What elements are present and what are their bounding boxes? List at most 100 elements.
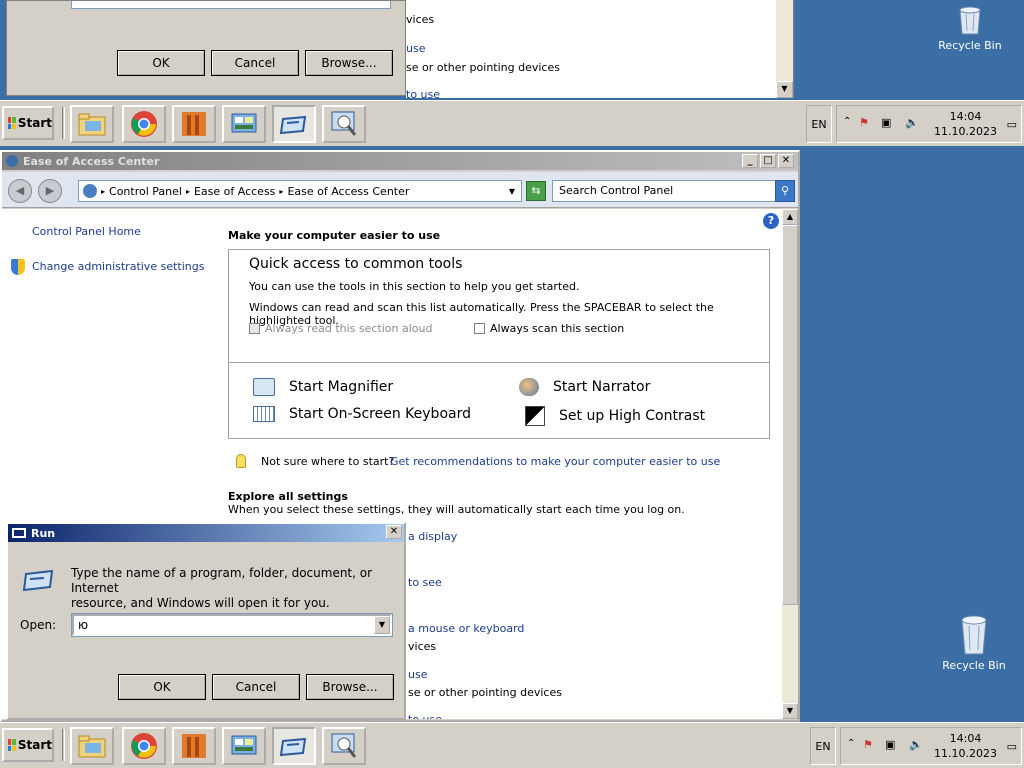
top-browse-button[interactable]: Browse... bbox=[305, 50, 393, 76]
run-taskbar-button[interactable] bbox=[272, 727, 316, 765]
partial-text: vices bbox=[408, 640, 437, 653]
magnifier-taskbar-button[interactable] bbox=[322, 727, 366, 765]
office-icon bbox=[182, 734, 206, 758]
scan-checkbox[interactable]: Always scan this section bbox=[474, 322, 624, 335]
back-button[interactable]: ◀ bbox=[8, 179, 32, 203]
breadcrumb-item[interactable]: Ease of Access Center bbox=[287, 185, 409, 198]
run-dialog: Run ✕ Type the name of a program, folder… bbox=[6, 522, 406, 720]
volume-icon[interactable]: 🔈 bbox=[909, 738, 923, 751]
office-taskbar-button[interactable] bbox=[172, 727, 216, 765]
run-icon bbox=[12, 528, 26, 538]
quick-line1: You can use the tools in this section to… bbox=[249, 280, 580, 293]
top-run-fragment: OK Cancel Browse... bbox=[6, 0, 406, 96]
partial-link[interactable]: use bbox=[408, 668, 427, 681]
run-taskbar-button[interactable] bbox=[272, 105, 316, 143]
start-narrator-item[interactable]: Start Narrator bbox=[519, 378, 650, 396]
scroll-down-button[interactable]: ▼ bbox=[782, 703, 798, 719]
volume-icon[interactable]: 🔈 bbox=[905, 116, 919, 129]
recycle-bin-icon bbox=[959, 6, 981, 35]
ease-title-bar[interactable]: Ease of Access Center _ □ ✕ bbox=[2, 152, 798, 170]
read-aloud-checkbox[interactable]: Always read this section aloud bbox=[249, 322, 433, 335]
recommendations-link[interactable]: Get recommendations to make your compute… bbox=[390, 455, 720, 468]
forward-button[interactable]: ▶ bbox=[38, 179, 62, 203]
address-bar[interactable]: ▸ Control Panel ▸ Ease of Access ▸ Ease of … bbox=[78, 180, 522, 202]
control-panel-taskbar-button[interactable] bbox=[222, 727, 266, 765]
office-taskbar-button[interactable] bbox=[172, 105, 216, 143]
show-desktop-icon[interactable]: ▭ bbox=[1007, 740, 1017, 753]
maximize-button[interactable]: □ bbox=[760, 154, 776, 168]
recycle-bin-icon-top[interactable]: Recycle Bin bbox=[930, 4, 1010, 52]
start-magnifier-item[interactable]: Start Magnifier bbox=[253, 378, 393, 396]
run-browse-button[interactable]: Browse... bbox=[306, 674, 394, 700]
run-close-button[interactable]: ✕ bbox=[386, 525, 402, 539]
start-button[interactable]: Start bbox=[2, 728, 54, 762]
control-panel-icon bbox=[231, 735, 257, 755]
chrome-icon bbox=[131, 111, 157, 137]
top-partial-link[interactable]: to use bbox=[406, 88, 440, 98]
partial-link[interactable]: to use bbox=[408, 713, 442, 719]
action-center-icon[interactable]: ⚑ bbox=[863, 738, 873, 751]
recycle-bin-desktop[interactable]: Recycle Bin bbox=[934, 612, 1014, 672]
system-tray: ⌃ ⚑ ▣ 🔈 14:04 11.10.2023 ▭ bbox=[836, 105, 1022, 143]
help-icon[interactable]: ? bbox=[763, 213, 779, 229]
high-contrast-item[interactable]: Set up High Contrast bbox=[525, 406, 705, 426]
show-desktop-icon[interactable]: ▭ bbox=[1007, 118, 1017, 131]
lightbulb-icon bbox=[236, 454, 246, 468]
network-icon[interactable]: ▣ bbox=[885, 738, 895, 751]
recycle-bin-label: Recycle Bin bbox=[938, 39, 1002, 52]
office-icon bbox=[182, 112, 206, 136]
action-center-icon[interactable]: ⚑ bbox=[859, 116, 869, 129]
run-title: Run bbox=[31, 526, 56, 540]
open-dropdown-button[interactable]: ▼ bbox=[374, 616, 390, 634]
control-panel-home-link[interactable]: Control Panel Home bbox=[32, 225, 141, 238]
scroll-up-button[interactable]: ▲ bbox=[782, 209, 798, 225]
top-scrollbar[interactable]: ▼ bbox=[776, 0, 793, 98]
tray-expand-icon[interactable]: ⌃ bbox=[843, 116, 851, 127]
open-input[interactable]: ю bbox=[78, 618, 88, 632]
run-ok-button[interactable]: OK bbox=[118, 674, 206, 700]
page-heading: Make your computer easier to use bbox=[228, 229, 441, 242]
breadcrumb-item[interactable]: Ease of Access bbox=[194, 185, 275, 198]
language-indicator[interactable]: EN bbox=[806, 105, 832, 143]
minimize-button[interactable]: _ bbox=[742, 154, 758, 168]
start-label: Start bbox=[17, 738, 52, 752]
search-button[interactable]: ⚲ bbox=[775, 180, 795, 202]
run-cancel-button[interactable]: Cancel bbox=[212, 674, 300, 700]
explorer-taskbar-button[interactable] bbox=[70, 727, 114, 765]
chrome-taskbar-button[interactable] bbox=[122, 105, 166, 143]
address-dropdown-icon[interactable]: ▼ bbox=[509, 187, 515, 196]
vertical-scrollbar[interactable]: ▲ ▼ bbox=[782, 209, 798, 719]
run-title-bar[interactable]: Run ✕ bbox=[8, 524, 404, 542]
network-icon[interactable]: ▣ bbox=[881, 116, 891, 129]
explore-title: Explore all settings bbox=[228, 490, 348, 503]
search-input[interactable]: Search Control Panel bbox=[552, 180, 776, 202]
start-osk-item[interactable]: Start On-Screen Keyboard bbox=[253, 406, 471, 422]
top-partial-link[interactable]: use bbox=[406, 42, 425, 55]
run-icon bbox=[279, 115, 307, 135]
top-ok-button[interactable]: OK bbox=[117, 50, 205, 76]
taskbar-bottom: Start EN ⌃ ⚑ ▣ 🔈 14:04 11.10.2023 ▭ bbox=[0, 722, 1024, 768]
control-panel-taskbar-button[interactable] bbox=[222, 105, 266, 143]
partial-link[interactable]: a display bbox=[408, 530, 457, 543]
language-indicator[interactable]: EN bbox=[810, 727, 836, 765]
clock[interactable]: 14:04 11.10.2023 bbox=[934, 109, 997, 139]
partial-link[interactable]: a mouse or keyboard bbox=[408, 622, 524, 635]
chrome-taskbar-button[interactable] bbox=[122, 727, 166, 765]
explorer-taskbar-button[interactable] bbox=[70, 105, 114, 143]
clock[interactable]: 14:04 11.10.2023 bbox=[934, 731, 997, 761]
chrome-icon bbox=[131, 733, 157, 759]
change-admin-settings-link[interactable]: Change administrative settings bbox=[32, 260, 204, 273]
ease-window-title: Ease of Access Center bbox=[23, 154, 160, 168]
partial-link[interactable]: to see bbox=[408, 576, 442, 589]
start-button[interactable]: Start bbox=[2, 106, 54, 140]
shield-icon bbox=[11, 259, 25, 275]
close-button[interactable]: ✕ bbox=[778, 154, 794, 168]
tray-expand-icon[interactable]: ⌃ bbox=[847, 738, 855, 749]
keyboard-icon bbox=[253, 406, 275, 422]
top-cancel-button[interactable]: Cancel bbox=[211, 50, 299, 76]
magnifier-taskbar-button[interactable] bbox=[322, 105, 366, 143]
open-combobox[interactable]: ю ▼ bbox=[71, 613, 393, 637]
refresh-button[interactable]: ⇆ bbox=[526, 181, 546, 201]
breadcrumb-item[interactable]: Control Panel bbox=[109, 185, 182, 198]
scroll-thumb[interactable] bbox=[782, 225, 798, 605]
